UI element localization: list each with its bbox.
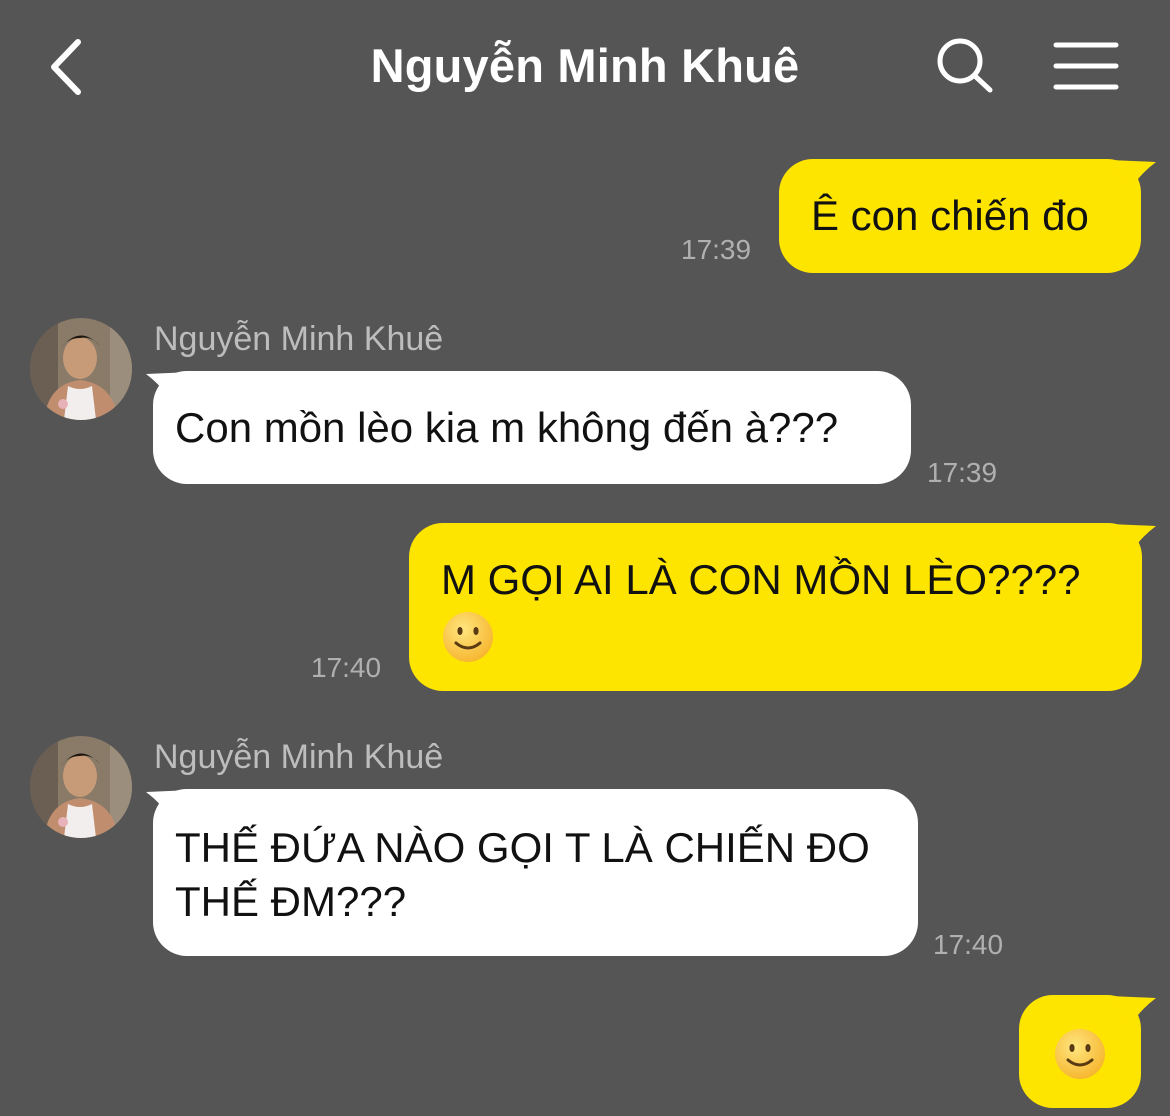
chat-header: Nguyễn Minh Khuê <box>0 0 1170 135</box>
my-message-bubble[interactable]: Ê con chiến đo <box>779 159 1141 273</box>
message-timestamp: 17:40 <box>311 652 382 683</box>
message-text: Con mồn lèo kia m không đến à??? <box>175 404 839 451</box>
bubble-tail <box>1110 996 1156 1026</box>
avatar[interactable] <box>30 736 132 838</box>
smile-emoji-icon <box>1053 1024 1141 1081</box>
their-message-bubble[interactable]: THẾ ĐỨA NÀO GỌI T LÀ CHIẾN ĐO THẾ ĐM??? <box>153 789 918 956</box>
avatar[interactable] <box>30 318 132 420</box>
message-text: THẾ ĐỨA NÀO GỌI T LÀ CHIẾN ĐO <box>175 824 870 871</box>
their-message-bubble[interactable]: Con mồn lèo kia m không đến à??? <box>153 371 911 484</box>
message-text: THẾ ĐM??? <box>175 878 407 925</box>
message-timestamp: 17:40 <box>933 929 1004 960</box>
message-text: Ê con chiến đo <box>811 192 1089 239</box>
message-timestamp: 17:39 <box>927 457 998 488</box>
smile-emoji-icon <box>441 607 1142 662</box>
bubble-tail <box>1110 524 1156 554</box>
my-message-bubble[interactable]: M GỌI AI LÀ CON MỒN LÈO???? <box>409 523 1142 691</box>
bubble-tail <box>1110 160 1156 190</box>
menu-icon[interactable] <box>1052 40 1120 92</box>
search-icon[interactable] <box>934 36 996 96</box>
message-timestamp: 17:39 <box>681 234 752 265</box>
message-text: M GỌI AI LÀ CON MỒN LÈO???? <box>441 556 1081 603</box>
sender-name: Nguyễn Minh Khuê <box>154 320 444 358</box>
sender-name: Nguyễn Minh Khuê <box>154 738 444 776</box>
